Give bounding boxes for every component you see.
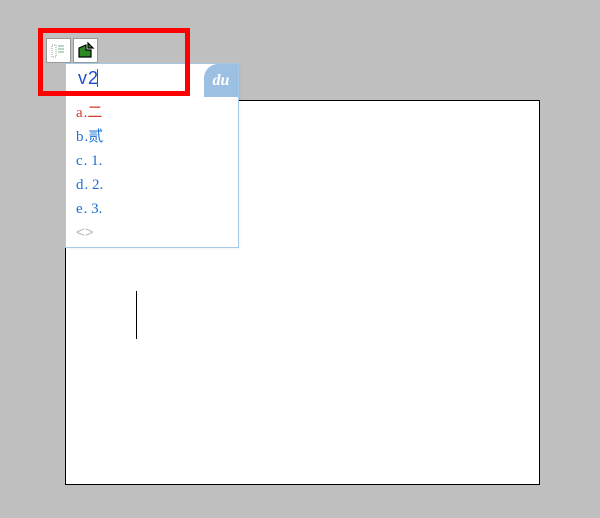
candidate-text: 贰 <box>88 129 103 145</box>
candidate-item[interactable]: e. 3. <box>76 197 228 221</box>
pager-prev[interactable]: < <box>76 224 85 241</box>
ime-pager: <> <box>66 224 238 247</box>
candidate-text: 1. <box>91 153 102 169</box>
candidate-item[interactable]: c. 1. <box>76 149 228 173</box>
ime-input-value: v2 <box>78 68 99 88</box>
pager-next[interactable]: > <box>85 224 94 241</box>
ime-caret <box>97 69 98 87</box>
ime-panel: v2 du a.二 b.贰 c. 1. d. 2. e. 3. <> <box>65 63 239 248</box>
candidate-item[interactable]: b.贰 <box>76 125 228 149</box>
ime-logo: du <box>204 64 238 97</box>
text-caret <box>136 291 137 339</box>
candidate-text: 二 <box>87 105 102 121</box>
candidate-text: 3. <box>91 201 102 217</box>
top-icon-bar <box>46 38 98 63</box>
candidate-item[interactable]: a.二 <box>76 101 228 125</box>
icon-button-2[interactable] <box>73 38 98 63</box>
ime-input[interactable]: v2 <box>66 64 204 97</box>
candidate-key: d <box>76 177 84 193</box>
icon-button-1[interactable] <box>46 38 71 63</box>
candidate-text: 2. <box>92 177 103 193</box>
merge-shape-icon <box>75 40 97 62</box>
ime-input-row: v2 du <box>66 64 238 97</box>
candidate-key: b <box>76 129 84 145</box>
candidate-key: c <box>76 153 83 169</box>
candidate-key: e <box>76 201 83 217</box>
ime-candidate-list: a.二 b.贰 c. 1. d. 2. e. 3. <box>66 97 238 224</box>
candidate-item[interactable]: d. 2. <box>76 173 228 197</box>
candidate-key: a <box>76 105 83 121</box>
document-icon <box>50 42 68 60</box>
